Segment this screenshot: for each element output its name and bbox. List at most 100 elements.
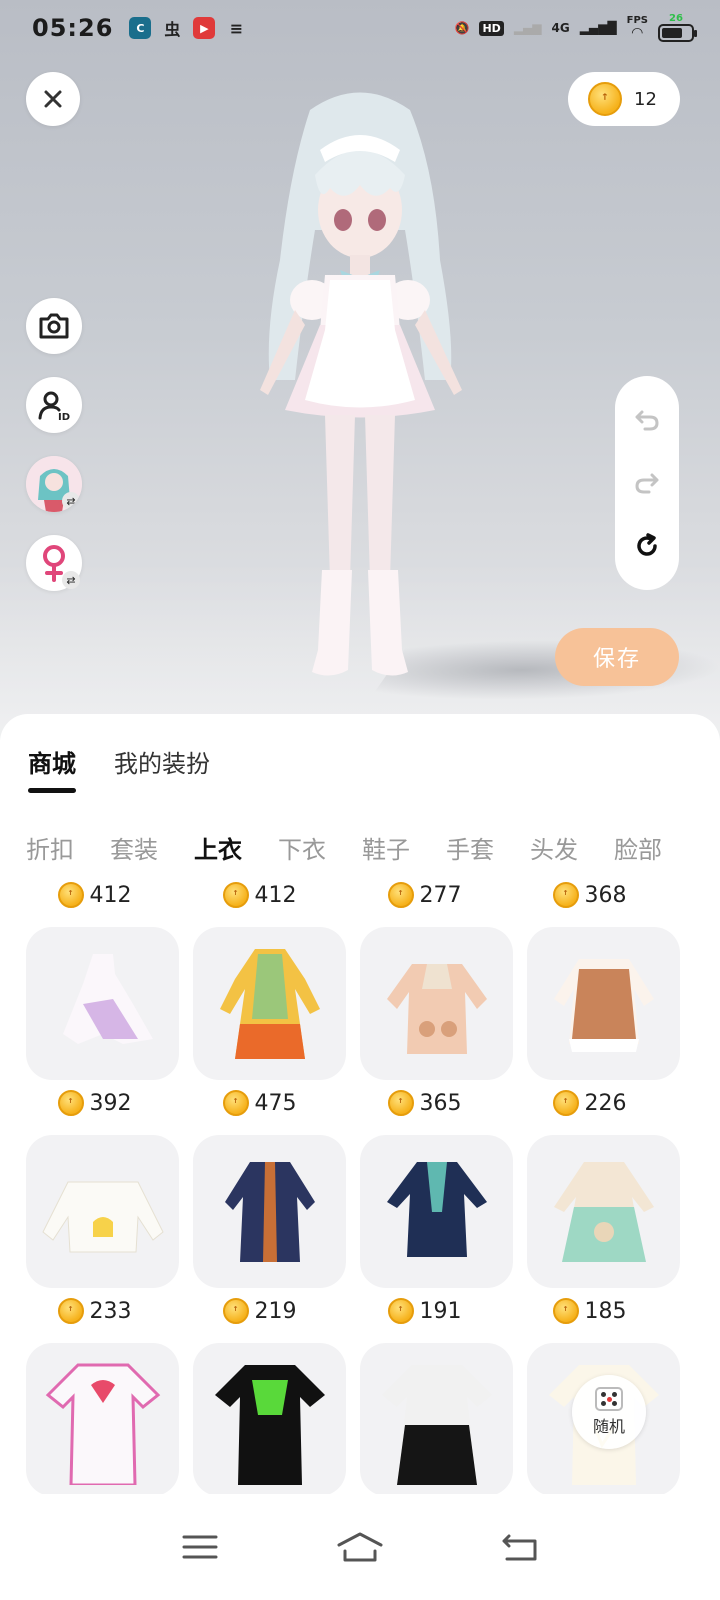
tab-my-outfits[interactable]: 我的装扮: [114, 744, 210, 793]
item-card[interactable]: [360, 927, 513, 1080]
item-price: ꜛ 368: [521, 878, 686, 912]
coin-icon: ꜛ: [57, 1090, 84, 1116]
coin-icon: ꜛ: [588, 82, 622, 116]
item-price: ꜛ 365: [356, 1086, 521, 1120]
network-type: 4G: [551, 21, 570, 35]
app-notification-icon: C: [129, 17, 152, 39]
category-tab-tops[interactable]: 上衣: [194, 830, 242, 865]
back-button[interactable]: [490, 1522, 550, 1572]
coin-balance-value: 12: [634, 88, 657, 110]
item-card[interactable]: [193, 927, 346, 1080]
reset-icon: [637, 533, 657, 557]
menu-icon: [182, 1535, 218, 1559]
item-price: ꜛ 219: [191, 1294, 356, 1328]
character-switch-button[interactable]: ⇄: [26, 456, 82, 512]
price-value: 219: [254, 1298, 297, 1324]
coin-balance[interactable]: ꜛ 12: [568, 72, 680, 126]
save-button[interactable]: 保存: [555, 628, 679, 686]
price-value: 412: [89, 882, 132, 908]
price-value: 475: [254, 1090, 297, 1116]
price-value: 185: [584, 1298, 627, 1324]
undo-button[interactable]: [632, 405, 662, 435]
random-button[interactable]: 随机: [572, 1375, 646, 1449]
price-row: ꜛ 412 ꜛ 412 ꜛ 277 ꜛ 368: [26, 878, 686, 912]
price-value: 277: [419, 882, 462, 908]
coin-icon: ꜛ: [552, 1090, 579, 1116]
item-card[interactable]: [360, 1135, 513, 1288]
system-nav-bar: [0, 1494, 720, 1600]
price-value: 233: [89, 1298, 132, 1324]
category-tab-face[interactable]: 脸部: [614, 830, 662, 865]
category-tab-gloves[interactable]: 手套: [446, 830, 494, 865]
price-row: ꜛ 233 ꜛ 219 ꜛ 191 ꜛ 185: [26, 1294, 686, 1328]
swap-icon: ⇄: [62, 492, 80, 510]
item-card[interactable]: [26, 1135, 179, 1288]
coin-icon: ꜛ: [57, 1298, 84, 1324]
avatar-id-button[interactable]: ID: [26, 377, 82, 433]
duck-sweater-icon: [41, 1181, 164, 1252]
green-orange-robe-icon: [219, 948, 320, 1059]
coin-icon: ꜛ: [387, 1298, 414, 1324]
avatar-stage[interactable]: 05:26 C 虫 ▶ ≡ 🔕 HD ▂▄▆ 4G ▂▄▆█ FPS ◠ 26: [0, 0, 720, 740]
item-card[interactable]: [527, 1135, 680, 1288]
clock: 05:26: [32, 14, 114, 42]
category-tab-discount[interactable]: 折扣: [26, 830, 74, 865]
item-card[interactable]: [26, 927, 179, 1080]
home-button[interactable]: [330, 1522, 390, 1572]
brown-frill-coat-icon: [553, 958, 654, 1052]
item-card[interactable]: [193, 1343, 346, 1494]
home-icon: [337, 1532, 383, 1562]
signal-sim2-icon: ▂▄▆█: [579, 21, 617, 35]
main-tabs: 商城 我的装扮: [28, 744, 210, 793]
random-label: 随机: [592, 1417, 625, 1436]
black-white-dress-icon: [381, 1364, 492, 1485]
redo-icon: [635, 473, 659, 494]
price-value: 368: [584, 882, 627, 908]
close-button[interactable]: [26, 72, 80, 126]
coin-icon: ꜛ: [387, 882, 414, 908]
coin-icon: ꜛ: [387, 1090, 414, 1116]
peach-bear-hoodie-icon: [386, 963, 487, 1054]
camera-button[interactable]: [26, 298, 82, 354]
item-price: ꜛ 392: [26, 1086, 191, 1120]
coin-icon: ꜛ: [222, 882, 249, 908]
item-price: ꜛ 233: [26, 1294, 191, 1328]
coin-icon: ꜛ: [552, 882, 579, 908]
user-id-icon: ID: [38, 391, 70, 422]
item-price: ꜛ 191: [356, 1294, 521, 1328]
price-value: 392: [89, 1090, 132, 1116]
coin-icon: ꜛ: [552, 1298, 579, 1324]
recent-apps-button[interactable]: [170, 1522, 230, 1572]
item-price: ꜛ 412: [26, 878, 191, 912]
video-app-icon: ▶: [193, 17, 216, 39]
teal-navy-jacket-icon: [386, 1161, 487, 1257]
reset-button[interactable]: [632, 531, 662, 561]
redo-button[interactable]: [632, 468, 662, 498]
svg-text:ID: ID: [58, 412, 70, 422]
item-row: [26, 927, 686, 1080]
item-card[interactable]: [26, 1343, 179, 1494]
category-tab-bottoms[interactable]: 下衣: [278, 830, 326, 865]
avatar-character[interactable]: [200, 80, 520, 690]
coin-icon: ꜛ: [57, 882, 84, 908]
category-tabs: 折扣 套装 上衣 下衣 鞋子 手套 头发 脸部: [26, 830, 662, 865]
item-card[interactable]: [360, 1343, 513, 1494]
wifi-icon: ◠: [631, 25, 643, 41]
white-lace-dress-icon: [62, 953, 153, 1044]
category-tab-hair[interactable]: 头发: [530, 830, 578, 865]
item-card[interactable]: [193, 1135, 346, 1288]
category-tab-sets[interactable]: 套装: [110, 830, 158, 865]
category-tab-shoes[interactable]: 鞋子: [362, 830, 410, 865]
tab-shop[interactable]: 商城: [28, 744, 76, 793]
gender-switch-button[interactable]: ⇄: [26, 535, 82, 591]
signal-sim1-icon: ▂▄▆: [513, 21, 542, 35]
item-price: ꜛ 226: [521, 1086, 686, 1120]
mute-bell-icon: 🔕: [454, 21, 470, 35]
back-icon: [502, 1534, 537, 1561]
hd-badge: HD: [479, 20, 504, 36]
price-value: 226: [584, 1090, 627, 1116]
item-price: ꜛ 475: [191, 1086, 356, 1120]
mint-bear-dress-icon: [553, 1161, 654, 1262]
navy-jacket-icon: [224, 1161, 315, 1262]
item-card[interactable]: [527, 927, 680, 1080]
